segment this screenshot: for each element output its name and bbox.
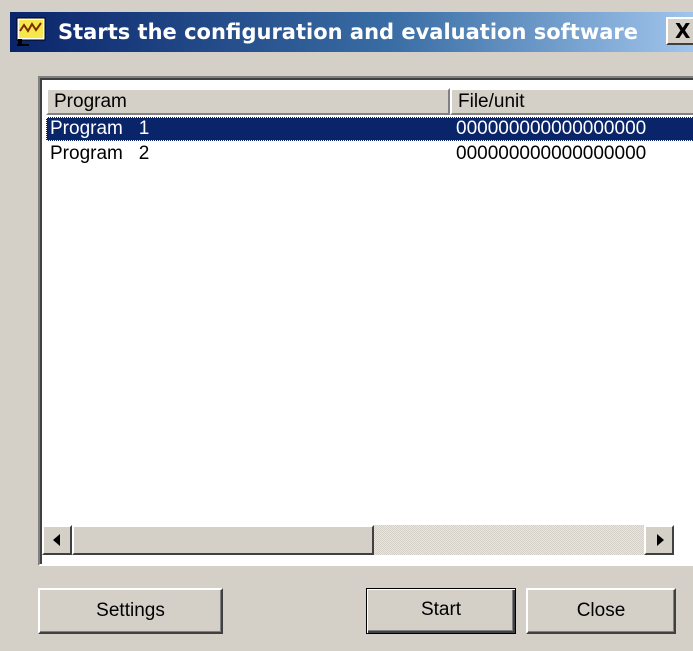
cell-file-unit: 000000000000000000 <box>456 118 647 139</box>
scroll-right-button[interactable] <box>644 525 674 555</box>
list-header: Program File/unit <box>46 88 693 115</box>
close-button[interactable]: Close <box>526 588 676 634</box>
cell-program: Program 2 <box>50 143 150 164</box>
column-header-file-unit[interactable]: File/unit <box>450 88 693 115</box>
settings-button[interactable]: Settings <box>38 588 223 634</box>
cell-program: Program 1 <box>50 118 150 139</box>
dialog-window: Starts the configuration and evaluation … <box>0 0 693 651</box>
horizontal-scrollbar[interactable] <box>42 525 674 555</box>
list-row-program-1[interactable]: Program 1 000000000000000000 <box>46 117 693 141</box>
scroll-left-button[interactable] <box>42 525 72 555</box>
close-window-button[interactable]: X <box>666 17 693 45</box>
column-header-program[interactable]: Program <box>46 88 450 115</box>
close-icon: X <box>675 19 691 43</box>
cell-file-unit: 000000000000000000 <box>456 143 647 164</box>
program-list[interactable]: Program File/unit Program 1 000000000000… <box>38 76 693 566</box>
list-row-program-2[interactable]: Program 2 000000000000000000 <box>46 142 693 166</box>
scrollbar-thumb[interactable] <box>72 525 374 555</box>
start-button[interactable]: Start <box>366 588 516 634</box>
app-icon <box>16 17 46 46</box>
arrow-right-icon <box>657 534 664 546</box>
arrow-left-icon <box>53 534 60 546</box>
window-title: Starts the configuration and evaluation … <box>58 20 638 44</box>
list-frame: Program File/unit Program 1 000000000000… <box>40 78 693 564</box>
